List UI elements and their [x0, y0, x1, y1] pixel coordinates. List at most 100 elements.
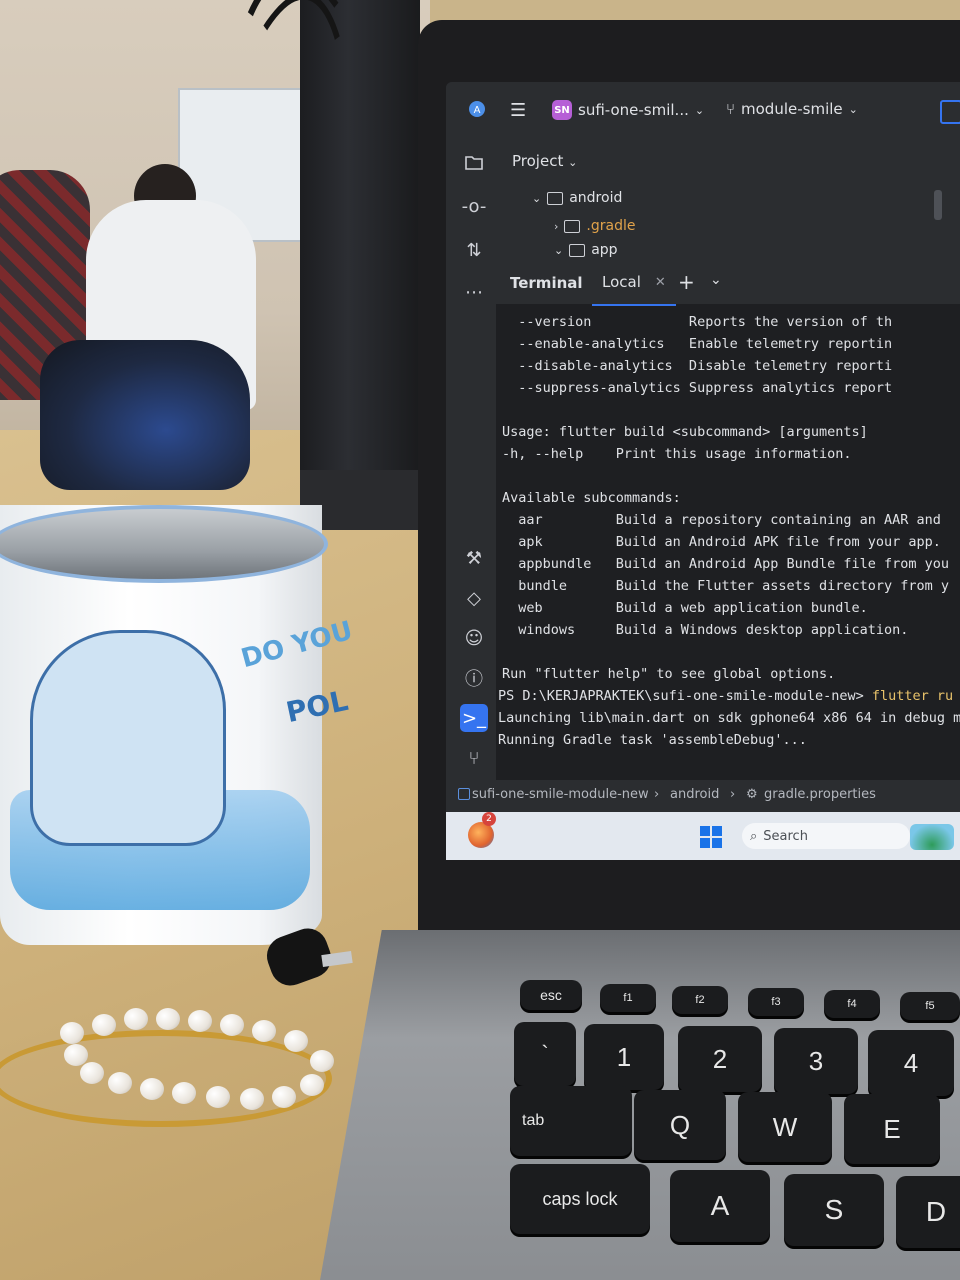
key-3[interactable]: 3	[774, 1028, 858, 1094]
module-icon	[458, 788, 470, 800]
key-esc[interactable]: esc	[520, 980, 582, 1010]
keyboard: esc f1 f2 f3 f4 f5 ` 1 2 3 4 tab Q W E c…	[500, 970, 960, 1280]
hair-clip	[0, 1030, 332, 1127]
git-branch-icon: ⑂	[726, 100, 736, 118]
taskbar-search[interactable]: ⌕ Search	[742, 823, 910, 849]
key-caps-lock[interactable]: caps lock	[510, 1164, 650, 1234]
key-e[interactable]: E	[844, 1094, 940, 1164]
git-icon[interactable]: ⑂	[460, 744, 488, 772]
chevron-down-icon: ⌄	[848, 102, 858, 116]
breadcrumb-separator: ›	[730, 787, 736, 802]
logcat-icon[interactable]: ☺	[460, 624, 488, 652]
chevron-down-icon: ⌄	[568, 156, 578, 169]
terminal-line: --suppress-analytics Suppress analytics …	[502, 380, 893, 396]
key-d[interactable]: D	[896, 1176, 960, 1248]
pearl	[206, 1086, 230, 1108]
main-menu-icon[interactable]: ☰	[510, 100, 526, 121]
project-avatar: SN	[552, 100, 572, 120]
terminal-line: Run "flutter help" to see global options…	[502, 666, 836, 682]
tree-item-app[interactable]: ⌄ app	[554, 242, 618, 258]
terminal-prompt: PS D:\KERJAPRAKTEK\sufi-one-smile-module…	[498, 688, 864, 704]
branch-selector[interactable]: ⑂ module-smile ⌄	[726, 100, 858, 118]
tree-item-gradle[interactable]: › .gradle	[554, 218, 635, 234]
pearl	[124, 1008, 148, 1030]
search-placeholder: Search	[763, 828, 808, 844]
breadcrumb-file[interactable]: gradle.properties	[764, 787, 876, 802]
notification-badge: 2	[482, 812, 496, 826]
island-widget-icon[interactable]	[910, 824, 954, 850]
tree-item-label: android	[569, 190, 623, 206]
app-logo-icon[interactable]: A	[468, 100, 486, 118]
pearl	[272, 1086, 296, 1108]
close-icon[interactable]: ✕	[655, 275, 666, 290]
pearl	[80, 1062, 104, 1084]
key-tab[interactable]: tab	[510, 1086, 632, 1156]
terminal-title: Terminal	[510, 274, 583, 292]
terminal-line: windows Build a Windows desktop applicat…	[502, 622, 909, 638]
windows-start-icon[interactable]	[700, 826, 722, 848]
key-4[interactable]: 4	[868, 1030, 954, 1096]
breadcrumb-android[interactable]: android	[670, 787, 719, 802]
gear-icon: ⚙	[746, 787, 758, 802]
terminal-line: Usage: flutter build <subcommand> [argum…	[502, 424, 868, 440]
key-q[interactable]: Q	[634, 1090, 726, 1160]
pearl	[310, 1050, 334, 1072]
pearl	[140, 1078, 164, 1100]
key-f1[interactable]: f1	[600, 984, 656, 1012]
gem-icon[interactable]: ◇	[460, 584, 488, 612]
pearl	[252, 1020, 276, 1042]
breadcrumb-separator: ›	[654, 787, 660, 802]
terminal-line: apk Build an Android APK file from your …	[502, 534, 941, 550]
terminal-line-launching: Launching lib\main.dart on sdk gphone64 …	[498, 710, 960, 726]
terminal-icon[interactable]: >_	[460, 704, 488, 732]
build-icon[interactable]: ⚒	[460, 544, 488, 572]
key-backtick[interactable]: `	[514, 1022, 576, 1086]
terminal-line: --disable-analytics Disable telemetry re…	[502, 358, 893, 374]
key-s[interactable]: S	[784, 1174, 884, 1246]
key-2[interactable]: 2	[678, 1026, 762, 1092]
project-name: sufi-one-smil...	[578, 101, 689, 119]
terminal-line: aar Build a repository containing an AAR…	[502, 512, 941, 528]
tree-item-label: app	[591, 242, 618, 258]
svg-text:A: A	[474, 105, 481, 116]
project-panel-title[interactable]: Project ⌄	[512, 152, 577, 170]
terminal-output[interactable]: --version Reports the version of th --en…	[496, 306, 960, 780]
pearl	[188, 1010, 212, 1032]
tab-local[interactable]: Local ✕	[592, 260, 676, 306]
terminal-line: --version Reports the version of th	[502, 314, 893, 330]
terminal-line: bundle Build the Flutter assets director…	[502, 578, 950, 594]
more-icon[interactable]: ⋯	[460, 278, 488, 306]
chevron-down-icon: ⌄	[554, 243, 564, 257]
key-f2[interactable]: f2	[672, 986, 728, 1014]
key-f3[interactable]: f3	[748, 988, 804, 1016]
pull-request-icon[interactable]: ⇅	[460, 236, 488, 264]
folder-icon[interactable]	[460, 148, 488, 176]
polar-bear-illustration	[30, 630, 226, 846]
chevron-down-icon[interactable]: ⌄	[710, 272, 722, 288]
commit-icon[interactable]: -o-	[460, 192, 488, 220]
key-w[interactable]: W	[738, 1092, 832, 1162]
folder-icon	[569, 243, 586, 257]
key-a[interactable]: A	[670, 1170, 770, 1242]
project-title-label: Project	[512, 152, 564, 170]
problems-icon[interactable]: ⓘ	[460, 664, 488, 692]
ide-window: A ☰ SN sufi-one-smil... ⌄ ⑂ module-smile…	[446, 82, 960, 860]
status-bar: sufi-one-smile-module-new › android › ⚙ …	[446, 780, 960, 812]
terminal-prompt-line: PS D:\KERJAPRAKTEK\sufi-one-smile-module…	[498, 688, 953, 708]
chevron-down-icon: ⌄	[694, 103, 705, 117]
terminal-panel: Terminal Local ✕ + ⌄ --version Reports t…	[496, 260, 960, 780]
add-tab-icon[interactable]: +	[678, 270, 695, 294]
project-selector[interactable]: SN sufi-one-smil... ⌄	[552, 100, 704, 120]
pearl	[156, 1008, 180, 1030]
key-1[interactable]: 1	[584, 1024, 664, 1090]
mug-lid	[0, 505, 328, 583]
key-f5[interactable]: f5	[900, 992, 960, 1020]
device-icon[interactable]	[940, 100, 960, 124]
key-f4[interactable]: f4	[824, 990, 880, 1018]
breadcrumb-project[interactable]: sufi-one-smile-module-new	[472, 787, 649, 802]
scrollbar[interactable]	[934, 190, 942, 220]
tool-window-strip: -o- ⇅ ⋯ ⚒ ◇ ☺ ⓘ >_ ⑂	[446, 138, 502, 788]
pearl	[60, 1022, 84, 1044]
tree-item-android[interactable]: ⌄ android	[532, 190, 622, 206]
terminal-line: -h, --help Print this usage information.	[502, 446, 852, 462]
